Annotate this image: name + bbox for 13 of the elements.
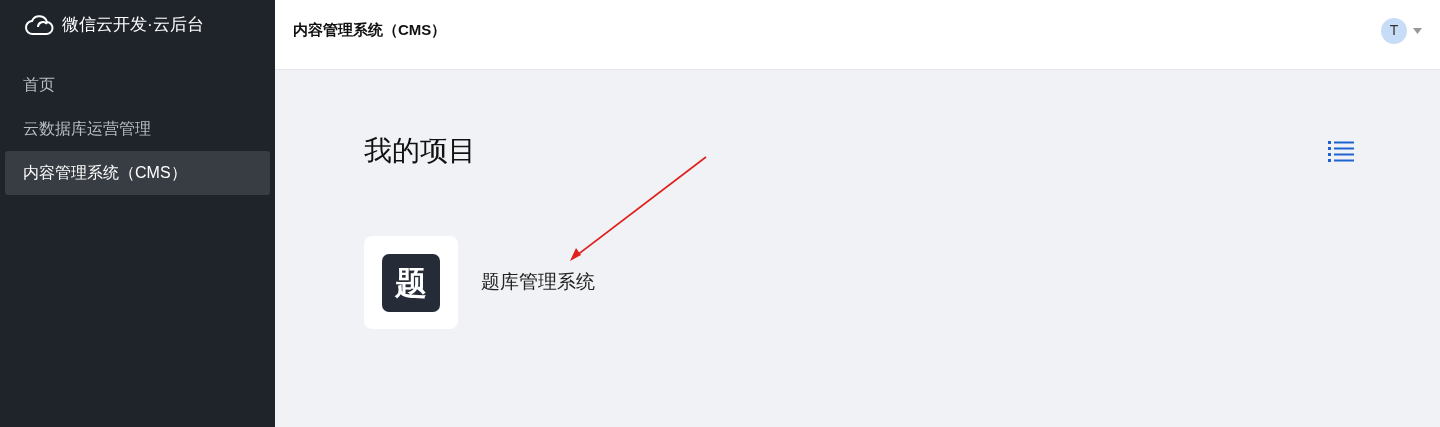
sidebar-item[interactable]: 云数据库运营管理 xyxy=(5,107,270,151)
brand-title: 微信云开发·云后台 xyxy=(62,14,204,37)
cloud-logo-icon xyxy=(24,14,54,36)
list-view-icon[interactable] xyxy=(1328,140,1354,162)
section-heading: 我的项目 xyxy=(364,134,476,168)
project-icon: 题 xyxy=(382,253,440,312)
page-title: 内容管理系统（CMS） xyxy=(293,20,447,41)
project-name[interactable]: 题库管理系统 xyxy=(481,268,595,297)
caret-icon[interactable] xyxy=(1413,27,1422,34)
user-avatar[interactable]: T xyxy=(1381,17,1407,44)
sidebar-item[interactable]: 内容管理系统（CMS） xyxy=(5,151,270,195)
sidebar-item[interactable]: 首页 xyxy=(5,63,270,107)
project-card[interactable]: 题 xyxy=(364,236,458,329)
